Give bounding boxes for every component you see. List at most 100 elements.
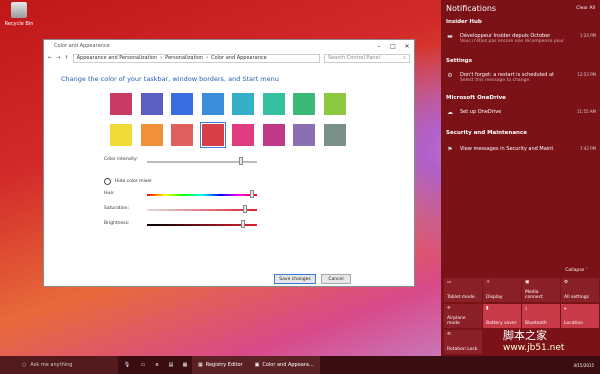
notification-time: 11:55 AM	[577, 109, 596, 114]
gear-icon: ⚙	[447, 72, 453, 79]
tile-label: Rotation Lock	[447, 347, 478, 352]
tile-battery-saver[interactable]: ▮ Battery saver	[483, 304, 521, 328]
notification-title: View messages in Security and Maint	[460, 146, 554, 152]
collapse-circle-icon: ^	[104, 178, 111, 185]
color-swatch[interactable]	[293, 93, 315, 115]
color-swatch[interactable]	[232, 93, 254, 115]
collapse-link[interactable]: Collapse ˄	[565, 268, 588, 273]
folder-icon[interactable]: ▤	[164, 362, 178, 368]
color-swatch[interactable]	[201, 93, 224, 115]
tile-label: Media connect	[525, 290, 543, 300]
color-swatch[interactable]	[140, 93, 163, 115]
color-swatch[interactable]	[200, 123, 225, 147]
recycle-bin-icon	[11, 2, 27, 18]
group-insider-hub[interactable]: Insider Hub	[446, 19, 482, 25]
hue-slider[interactable]	[147, 194, 257, 196]
store-icon[interactable]: ▦	[178, 362, 192, 368]
color-swatch[interactable]	[323, 93, 346, 115]
flag-icon: ⚑	[447, 146, 453, 153]
tile-location[interactable]: ⌖ Location	[561, 304, 599, 328]
display-icon: ☼	[486, 280, 491, 285]
tile-label: Location	[564, 321, 584, 326]
maximize-button[interactable]: □	[386, 43, 400, 50]
forward-arrow-icon[interactable]: →	[56, 55, 60, 61]
color-intensity-label: Color intensity:	[104, 157, 138, 162]
watermark: 脚本之家 www.jb51.net	[503, 330, 564, 354]
recycle-bin[interactable]: Recycle Bin	[2, 2, 36, 27]
breadcrumb-1[interactable]: Appearance and Personalization	[77, 55, 158, 61]
breadcrumb-2[interactable]: Personalization	[165, 55, 203, 61]
clear-all-link[interactable]: Clear All	[576, 6, 595, 11]
color-swatch[interactable]	[323, 124, 346, 146]
taskbar: ○ Ask me anything 🎙 ▭ e ▤ ▦ ▦ Registry Ed…	[0, 356, 600, 374]
tile-tablet-mode[interactable]: ▭ Tablet mode	[444, 278, 482, 302]
group-settings[interactable]: Settings	[446, 58, 472, 64]
saturation-thumb[interactable]	[243, 205, 247, 213]
bluetooth-icon: ᛒ	[525, 307, 528, 312]
close-button[interactable]: ✕	[400, 43, 414, 50]
page-heading: Change the color of your taskbar, window…	[61, 75, 279, 83]
tile-media-connect[interactable]: ▣ Media connect	[522, 278, 560, 302]
notification-item[interactable]: ⚙ Don't forget: a restart is scheduled a…	[446, 72, 596, 83]
address-bar[interactable]: Appearance and Personalization › Personal…	[72, 53, 320, 63]
search-placeholder: Ask me anything	[30, 362, 73, 368]
tile-display[interactable]: ☼ Display	[483, 278, 521, 302]
taskbar-color-appearance[interactable]: ▣ Color and Appeara...	[248, 356, 320, 374]
notifications-title: Notifications	[446, 4, 497, 13]
group-onedrive[interactable]: Microsoft OneDrive	[446, 95, 506, 101]
task-view-icon[interactable]: ▭	[136, 362, 150, 368]
cloud-icon: ☁	[447, 109, 453, 116]
tile-all-settings[interactable]: ⚙ All settings	[561, 278, 599, 302]
tile-label: Bluetooth	[525, 321, 547, 326]
control-panel-icon: ▣	[254, 362, 260, 368]
color-swatch[interactable]	[110, 124, 132, 146]
cortana-circle-icon: ○	[22, 362, 27, 368]
tile-rotation-lock[interactable]: ⟲ Rotation Lock	[444, 330, 482, 354]
location-icon: ⌖	[564, 307, 567, 312]
color-intensity-thumb[interactable]	[239, 157, 243, 165]
notification-item[interactable]: ☁ Set up OneDrive 11:55 AM	[446, 109, 596, 116]
tile-airplane-mode[interactable]: ✈ Airplane mode	[444, 304, 482, 328]
search-placeholder: Search Control Panel	[328, 55, 380, 61]
notification-item[interactable]: ⚑ View messages in Security and Maint 7:…	[446, 146, 596, 153]
tile-label: Airplane mode	[447, 316, 466, 326]
app-label: Color and Appeara...	[262, 362, 314, 368]
notification-item[interactable]: ▬ Développeur Insider depuis October Vous…	[446, 33, 596, 44]
back-arrow-icon[interactable]: ←	[48, 55, 52, 61]
hue-thumb[interactable]	[250, 190, 254, 198]
color-swatch[interactable]	[262, 93, 285, 115]
tile-label: Display	[486, 295, 503, 300]
hide-mixer-toggle[interactable]: ^ Hide color mixer	[104, 178, 152, 185]
up-arrow-icon[interactable]: ↑	[64, 55, 68, 61]
brightness-thumb[interactable]	[241, 220, 245, 228]
color-swatch[interactable]	[293, 124, 315, 146]
color-swatch[interactable]	[232, 124, 254, 146]
cortana-search[interactable]: ○ Ask me anything	[0, 356, 118, 374]
search-icon: ⌕	[403, 55, 406, 61]
group-security[interactable]: Security and Maintenance	[446, 130, 527, 136]
edge-icon[interactable]: e	[150, 362, 164, 368]
clock-date[interactable]: 4/15/2015	[573, 363, 594, 368]
breadcrumb-3[interactable]: Color and Appearance	[211, 55, 267, 61]
notification-subtitle: Vous n'étiez pas encore une récompense p…	[460, 39, 565, 44]
save-changes-button[interactable]: Save changes	[274, 274, 316, 284]
color-swatch[interactable]	[171, 124, 193, 146]
rotation-lock-icon: ⟲	[447, 332, 451, 337]
minimize-button[interactable]: –	[372, 43, 386, 50]
window-title: Color and Appearance	[54, 43, 110, 49]
cancel-button[interactable]: Cancel	[321, 274, 351, 284]
color-swatch[interactable]	[110, 93, 132, 115]
taskbar-registry-editor[interactable]: ▦ Registry Editor	[192, 356, 249, 374]
notification-time: 7:42 PM	[579, 146, 596, 151]
tile-label: Battery saver	[486, 321, 517, 326]
insider-hub-icon: ▬	[447, 33, 453, 40]
notification-title: Set up OneDrive	[460, 109, 502, 115]
search-input[interactable]: Search Control Panel ⌕	[324, 53, 410, 63]
hide-mixer-label: Hide color mixer	[115, 179, 152, 184]
color-swatch[interactable]	[140, 124, 163, 146]
microphone-icon[interactable]: 🎙	[118, 362, 136, 368]
saturation-slider[interactable]	[147, 209, 257, 211]
tile-bluetooth[interactable]: ᛒ Bluetooth	[522, 304, 560, 328]
color-swatch[interactable]	[171, 93, 193, 115]
color-swatch[interactable]	[262, 124, 285, 146]
